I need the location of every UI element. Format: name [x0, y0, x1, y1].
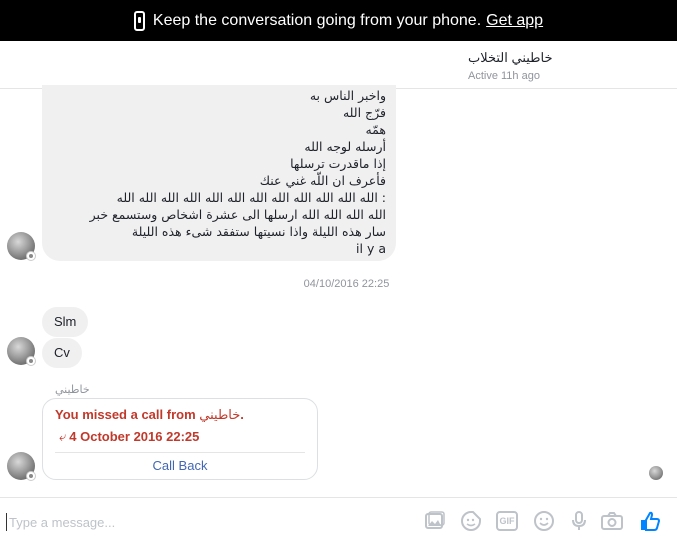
get-app-link[interactable]: Get app: [486, 12, 543, 30]
message-line: واخبر الناس به: [309, 88, 386, 103]
gif-icon[interactable]: GIF: [496, 510, 518, 532]
missed-call-card: You missed a call from خاطيني. ⤶ 4 Octobe…: [42, 398, 318, 480]
camera-icon[interactable]: [601, 510, 623, 532]
message-input[interactable]: [6, 513, 386, 531]
message-line: أرسله لوجه الله: [304, 139, 386, 154]
message-bubble-short: Slm: [42, 307, 89, 337]
active-status: Active 11h ago: [468, 70, 540, 82]
message-bubble-short: Cv: [42, 338, 82, 368]
missed-call-text: You missed a call from خاطيني.: [55, 407, 244, 423]
divider: [55, 452, 305, 453]
message-composer: GIF: [0, 497, 677, 538]
call-back-button[interactable]: Call Back: [43, 458, 317, 473]
sticker-icon[interactable]: [460, 510, 482, 532]
image-icon[interactable]: [424, 510, 446, 532]
contact-name[interactable]: خاطيني التخلاب: [468, 50, 553, 66]
message-line: il y a: [356, 241, 386, 256]
missed-call-date: 4 October 2016 22:25: [69, 429, 200, 444]
messenger-badge-icon: [26, 471, 36, 481]
contact-avatar[interactable]: [7, 232, 36, 261]
message-bubble-long: واخبر الناس به فرّج الله همّه أرسله لوجه…: [42, 85, 396, 261]
missed-call-name: خاطيني: [199, 408, 241, 423]
banner-text: Keep the conversation going from your ph…: [152, 11, 482, 29]
missed-call-prefix: You missed a call from: [55, 407, 196, 422]
messenger-window: Keep the conversation going from your ph…: [0, 0, 677, 538]
message-timestamp: 04/10/2016 22:25: [303, 278, 390, 290]
get-app-banner: Keep the conversation going from your ph…: [0, 0, 677, 41]
seen-receipt-avatar: [649, 466, 663, 480]
message-line: همّه: [365, 122, 386, 137]
message-line: إذا ماقدرت ترسلها: [290, 156, 386, 171]
message-line: فأعرف ان اللّه غني عنك: [259, 173, 386, 188]
message-line: فرّج الله: [342, 105, 386, 120]
missed-call-suffix: .: [240, 407, 244, 422]
contact-avatar[interactable]: [7, 452, 36, 481]
messenger-badge-icon: [26, 356, 36, 366]
sender-name: خاطيني: [55, 383, 90, 396]
message-line: الله الله الله الله ارسلها الى عشرة اشخا…: [89, 207, 386, 222]
missed-call-arrow-icon: ⤶: [59, 429, 67, 444]
emoji-icon[interactable]: [533, 510, 555, 532]
thumbs-up-icon[interactable]: [639, 510, 661, 532]
gif-icon-box: GIF: [496, 511, 518, 531]
message-line: : الله الله الله الله الله الله الله الل…: [116, 190, 386, 205]
missed-call-time: ⤶ 4 October 2016 22:25: [59, 429, 199, 445]
phone-icon: [133, 10, 145, 31]
conversation-header: خاطيني التخلاب Active 11h ago: [0, 41, 677, 89]
microphone-icon[interactable]: [568, 510, 590, 532]
message-line: سار هذه الليلة واذا نسيتها ستفقد شىء هذه…: [131, 224, 386, 239]
contact-avatar[interactable]: [7, 337, 36, 366]
messenger-badge-icon: [26, 251, 36, 261]
